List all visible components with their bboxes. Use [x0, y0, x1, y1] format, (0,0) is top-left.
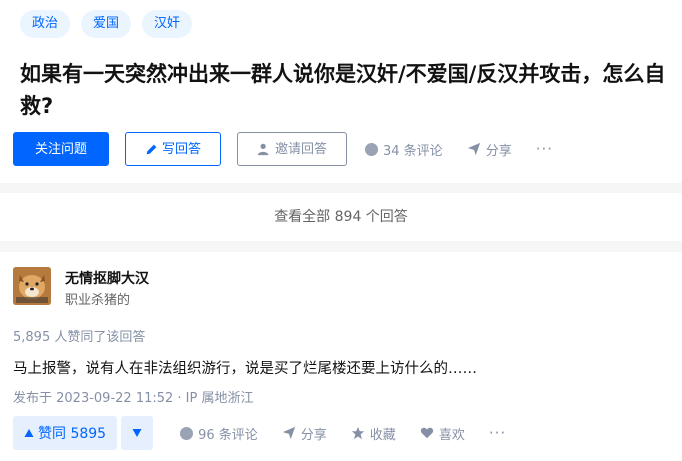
triangle-down-icon: [132, 429, 142, 437]
answer-card: 无情抠脚大汉 职业杀猪的 5,895 人赞同了该回答 马上报警，说有人在非法组织…: [0, 252, 682, 461]
follow-question-button[interactable]: 关注问题: [13, 132, 109, 166]
author-name[interactable]: 无情抠脚大汉: [65, 268, 149, 288]
pencil-icon: [146, 144, 157, 154]
question-share-label: 分享: [485, 143, 512, 159]
question-more-button[interactable]: ···: [536, 140, 553, 158]
answer-more-button[interactable]: ···: [489, 424, 506, 442]
question-card: 政治 爱国 汉奸 如果有一天突然冲出来一群人说你是汉奸/不爱国/反汉并攻击，怎么…: [0, 0, 682, 183]
write-answer-label: 写回答: [161, 141, 201, 156]
favorite-label: 收藏: [369, 427, 396, 443]
invite-answer-label: 邀请回答: [274, 141, 327, 156]
like-button[interactable]: 喜欢: [420, 424, 465, 443]
topic-tags: 政治 爱国 汉奸: [20, 10, 193, 38]
answer-comments-button[interactable]: 96 条评论: [180, 424, 258, 443]
comment-bubble-icon: [365, 142, 378, 156]
topic-tag[interactable]: 政治: [20, 10, 71, 38]
question-title[interactable]: 如果有一天突然冲出来一群人说你是汉奸/不爱国/反汉并攻击，怎么自救?: [20, 58, 680, 122]
like-label: 喜欢: [438, 427, 465, 443]
triangle-up-icon: [24, 429, 34, 437]
comment-bubble-icon: [180, 426, 194, 440]
topic-tag[interactable]: 爱国: [81, 10, 132, 38]
write-answer-button[interactable]: 写回答: [125, 132, 221, 166]
topic-tag[interactable]: 汉奸: [142, 10, 193, 38]
downvote-button[interactable]: [121, 416, 154, 450]
answer-share-button[interactable]: 分享: [282, 424, 327, 443]
person-plus-icon: [257, 143, 271, 156]
paper-plane-icon: [282, 426, 295, 440]
vote-count-text[interactable]: 5,895 人赞同了该回答: [13, 326, 145, 345]
view-all-answers-link[interactable]: 查看全部 894 个回答: [0, 193, 682, 241]
avatar[interactable]: [13, 267, 51, 305]
invite-answer-button[interactable]: 邀请回答: [237, 132, 347, 166]
question-comments-label: 34 条评论: [383, 143, 443, 159]
answer-content: 马上报警，说有人在非法组织游行，说是买了烂尾楼还要上访什么的……: [13, 361, 477, 377]
upvote-button[interactable]: 赞同 5895: [13, 416, 118, 450]
answer-actions: 赞同 5895 96 条评论 分享 收藏 喜欢 ···: [13, 416, 506, 450]
author-bio: 职业杀猪的: [65, 293, 131, 308]
upvote-label: 赞同 5895: [38, 426, 107, 442]
paper-plane-icon: [467, 142, 480, 156]
follow-question-label: 关注问题: [34, 141, 87, 156]
favorite-button[interactable]: 收藏: [351, 424, 396, 443]
star-icon: [351, 426, 364, 440]
answer-comments-label: 96 条评论: [198, 427, 258, 443]
question-actions: 关注问题 写回答 邀请回答 34 条评论 分享 ···: [13, 132, 553, 166]
dog-avatar-icon: [13, 267, 51, 305]
question-comments-button[interactable]: 34 条评论: [365, 140, 443, 159]
answer-timestamp[interactable]: 发布于 2023-09-22 11:52 · IP 属地浙江: [13, 387, 253, 406]
question-share-button[interactable]: 分享: [467, 140, 512, 159]
answer-share-label: 分享: [300, 427, 327, 443]
heart-icon: [420, 427, 433, 439]
